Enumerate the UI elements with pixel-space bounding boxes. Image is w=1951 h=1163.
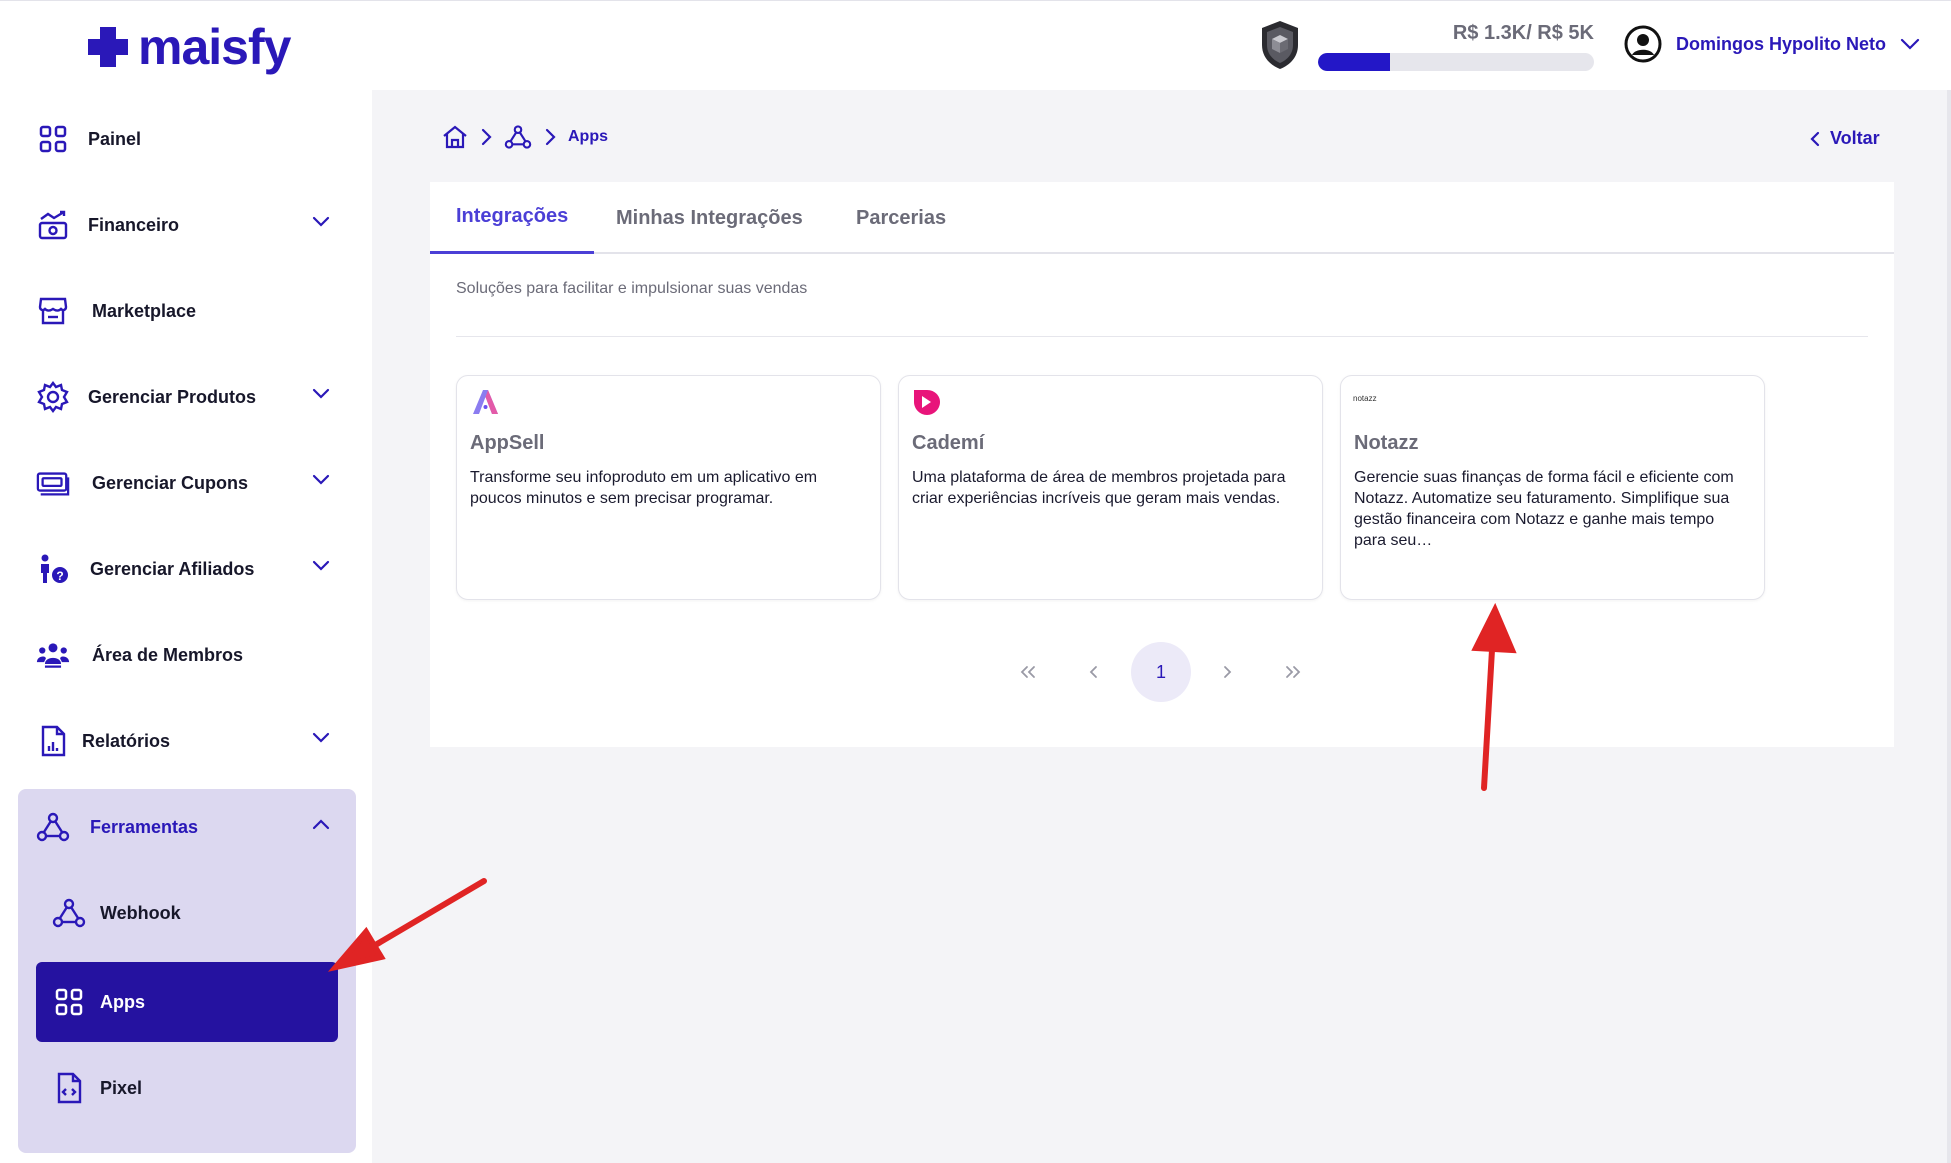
gear-icon	[36, 380, 70, 414]
brand-logo[interactable]: maisfy	[84, 19, 291, 75]
sidebar-item-label: Gerenciar Cupons	[92, 472, 249, 493]
last-page-button[interactable]	[1263, 642, 1323, 702]
sidebar-item-label: Ferramentas	[90, 816, 199, 837]
chevron-left-icon	[1089, 666, 1097, 678]
sidebar-item-label: Marketplace	[92, 300, 197, 321]
app-card-notazz[interactable]: notazz Notazz Gerencie suas finanças de …	[1340, 375, 1765, 600]
app-card-cademi[interactable]: Cademí Uma plataforma de área de membros…	[898, 375, 1323, 600]
main-content: Apps Voltar Integrações Minhas Integraçõ…	[372, 90, 1951, 1163]
plus-logo-icon	[88, 27, 128, 67]
sidebar-item-label: Pixel	[100, 1077, 143, 1098]
chevron-down-icon	[1900, 38, 1920, 50]
breadcrumb: Apps	[442, 124, 608, 150]
tab-parcerias[interactable]: Parcerias	[856, 182, 946, 254]
sidebar-item-label: Gerenciar Produtos	[88, 386, 257, 407]
notazz-logo: notazz	[1353, 394, 1377, 403]
sidebar-item-label: Área de Membros	[92, 644, 244, 665]
app-name: Notazz	[1354, 432, 1419, 454]
user-avatar-icon	[1624, 25, 1662, 63]
chevron-left-icon	[1810, 131, 1820, 146]
sidebar-item-painel[interactable]: Painel	[18, 109, 356, 169]
sidebar-item-label: Financeiro	[88, 214, 180, 235]
tab-minhas-integracoes[interactable]: Minhas Integrações	[616, 182, 803, 254]
page-button-current[interactable]: 1	[1131, 642, 1191, 702]
webhook-icon	[36, 810, 70, 844]
sidebar-item-gerenciar-cupons[interactable]: Gerenciar Cupons	[18, 453, 356, 513]
chevron-up-icon	[312, 819, 330, 830]
app-description: Uma plataforma de área de membros projet…	[912, 469, 1286, 507]
divider	[456, 336, 1868, 337]
sidebar-subitem-apps[interactable]: Apps	[36, 962, 338, 1042]
tab-integracoes[interactable]: Integrações	[430, 182, 595, 254]
ticket-icon	[36, 466, 70, 500]
cademi-logo	[914, 390, 940, 415]
money-chart-icon	[36, 208, 70, 242]
sidebar-item-area-de-membros[interactable]: Área de Membros	[18, 625, 356, 685]
progress-fill	[1318, 53, 1390, 71]
sidebar: Painel Financeiro Marketplace Gerenciar …	[0, 90, 372, 1163]
sidebar-subitem-pixel[interactable]: Pixel	[36, 1048, 338, 1128]
grid-icon	[52, 985, 86, 1019]
webhook-icon[interactable]	[504, 124, 532, 150]
sidebar-item-gerenciar-afiliados[interactable]: ? Gerenciar Afiliados	[18, 539, 356, 599]
webhook-icon	[52, 896, 86, 930]
sales-goal-text: R$ 1.3K/ R$ 5K	[1452, 22, 1594, 44]
sidebar-item-label: Apps	[100, 991, 145, 1012]
chevron-down-icon	[312, 388, 330, 399]
top-header: maisfy R$ 1.3K/ R$ 5K Domingos Hypolito …	[0, 0, 1951, 90]
sidebar-subitem-webhook[interactable]: Webhook	[36, 873, 338, 953]
prev-page-button[interactable]	[1064, 642, 1124, 702]
chevron-down-icon	[312, 732, 330, 743]
sidebar-item-financeiro[interactable]: Financeiro	[18, 195, 356, 255]
grid-icon	[36, 122, 70, 156]
panel-subtitle: Soluções para facilitar e impulsionar su…	[456, 280, 808, 297]
report-icon	[36, 724, 70, 758]
sidebar-item-marketplace[interactable]: Marketplace	[18, 281, 356, 341]
chevron-right-icon	[481, 128, 492, 146]
back-label: Voltar	[1830, 128, 1880, 148]
sidebar-item-ferramentas[interactable]: Ferramentas	[18, 797, 356, 857]
brand-name: maisfy	[138, 19, 291, 75]
progress-track	[1318, 53, 1594, 71]
user-menu[interactable]: Domingos Hypolito Neto	[1624, 25, 1920, 63]
chevron-right-icon	[1224, 666, 1232, 678]
affiliate-icon: ?	[36, 552, 70, 586]
appsell-logo	[473, 390, 498, 414]
first-page-button[interactable]	[998, 642, 1058, 702]
next-page-button[interactable]	[1197, 642, 1257, 702]
integrations-panel: Integrações Minhas Integrações Parcerias…	[430, 182, 1894, 747]
sidebar-item-label: Webhook	[100, 902, 181, 923]
app-card-appsell[interactable]: AppSell Transforme seu infoproduto em um…	[456, 375, 881, 600]
sidebar-item-relatorios[interactable]: Relatórios	[18, 711, 356, 771]
chevron-down-icon	[312, 216, 330, 227]
sales-goal-progress: R$ 1.3K/ R$ 5K	[1318, 21, 1594, 71]
store-icon	[36, 294, 70, 328]
pagination: 1	[430, 642, 1894, 702]
back-button[interactable]: Voltar	[1810, 128, 1880, 149]
sidebar-item-label: Relatórios	[82, 730, 171, 751]
shield-icon	[1262, 21, 1298, 69]
app-name: Cademí	[912, 432, 985, 454]
code-file-icon	[52, 1071, 86, 1105]
tab-bar: Integrações Minhas Integrações Parcerias	[430, 182, 1894, 254]
chevron-down-icon	[312, 560, 330, 571]
sidebar-item-gerenciar-produtos[interactable]: Gerenciar Produtos	[18, 367, 356, 427]
members-icon	[36, 638, 70, 672]
double-chevron-right-icon	[1286, 666, 1301, 678]
chevron-down-icon	[312, 474, 330, 485]
sidebar-item-label: Gerenciar Afiliados	[90, 558, 255, 579]
sidebar-item-label: Painel	[88, 128, 142, 149]
app-description: Transforme seu infoproduto em um aplicat…	[470, 469, 818, 507]
home-icon[interactable]	[442, 125, 468, 149]
user-name: Domingos Hypolito Neto	[1676, 33, 1886, 54]
app-description: Gerencie suas finanças de forma fácil e …	[1354, 469, 1734, 549]
app-name: AppSell	[470, 432, 545, 454]
svg-text:?: ?	[56, 569, 63, 583]
breadcrumb-current: Apps	[568, 128, 608, 145]
chevron-right-icon	[545, 128, 556, 146]
double-chevron-left-icon	[1020, 666, 1035, 678]
scrollbar-track[interactable]	[1947, 90, 1951, 1163]
